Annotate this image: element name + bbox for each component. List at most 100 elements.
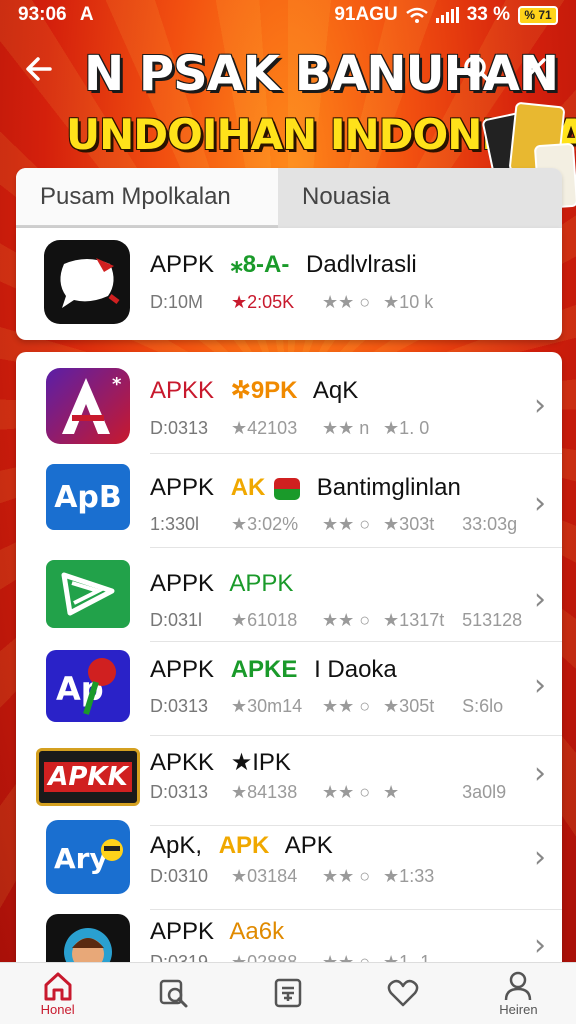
search-button[interactable] bbox=[462, 54, 494, 86]
close-button[interactable] bbox=[518, 52, 552, 86]
chevron-right-icon: › bbox=[534, 582, 546, 617]
divider bbox=[150, 641, 562, 642]
app-title-line: APPK APPK bbox=[150, 570, 303, 598]
nav-home[interactable]: Honel bbox=[0, 963, 115, 1024]
featured-meta-line: D:10M ★2:05K ★★ ○ ★10 k bbox=[150, 292, 433, 313]
status-time: 93:06 bbox=[18, 4, 67, 25]
bottom-nav: Honel Heiren bbox=[0, 962, 576, 1024]
app-title-line: ApK, APK APK bbox=[150, 832, 343, 860]
app-meta-line: 1:330l ★3:02% ★★ ○ ★303t 33:03g bbox=[150, 514, 517, 535]
nav-profile[interactable]: Heiren bbox=[461, 963, 576, 1024]
chevron-right-icon: › bbox=[534, 486, 546, 521]
meta-downloads: 1:330l bbox=[150, 514, 200, 534]
featured-app-card[interactable]: APPK ⁎8-A- Dadlvlrasli D:10M ★2:05K ★★ ○… bbox=[16, 228, 562, 340]
nav-home-label: Honel bbox=[40, 1001, 75, 1017]
meta-size: S:6lo bbox=[462, 696, 504, 716]
app-tag: APKE bbox=[230, 656, 298, 683]
meta-size: 513128 bbox=[462, 610, 523, 630]
app-tag: APPK bbox=[229, 570, 294, 597]
nav-list[interactable] bbox=[230, 963, 345, 1024]
meta-reviews: ★ bbox=[383, 782, 400, 802]
list-item[interactable]: APKK APKK ★IPK D:0313 ★84138 ★★ ○ ★ 3a0l… bbox=[16, 734, 562, 826]
featured-meta-downloads: D:10M bbox=[150, 292, 204, 312]
list-item[interactable]: Ap APPK APKE I Daoka D:0313 ★30m14 ★★ ○ … bbox=[16, 644, 562, 736]
nav-search-book[interactable] bbox=[115, 963, 230, 1024]
meta-rating: ★61018 bbox=[231, 610, 298, 630]
app-title-line: APPK APKE I Daoka bbox=[150, 656, 407, 684]
app-meta-line: D:0313 ★84138 ★★ ○ ★ 3a0l9 bbox=[150, 782, 506, 803]
app-extra: AqK bbox=[312, 377, 359, 404]
chevron-right-icon: › bbox=[534, 928, 546, 963]
svg-text:*: * bbox=[112, 374, 122, 395]
app-meta-line: D:0310 ★03184 ★★ ○ ★1:33 bbox=[150, 866, 434, 887]
close-icon bbox=[524, 58, 546, 80]
meta-stars: ★★ ○ bbox=[322, 514, 371, 534]
speech-bubble-icon bbox=[44, 240, 130, 324]
list-item[interactable]: * APKK ✲9PK AqK D:0313 ★42103 ★★ n ★1. 0… bbox=[16, 362, 562, 454]
apkk-logo-icon: APKK bbox=[36, 748, 140, 806]
meta-downloads: D:031l bbox=[150, 610, 203, 630]
meta-stars: ★★ ○ bbox=[322, 782, 371, 802]
featured-app-tag: ⁎8-A- bbox=[230, 251, 290, 278]
chevron-right-icon: › bbox=[534, 840, 546, 875]
featured-app-extra: Dadlvlrasli bbox=[306, 251, 417, 278]
apb-icon: ApB bbox=[46, 464, 130, 530]
featured-meta-reviews: ★10 k bbox=[383, 292, 434, 312]
tab-bar: Pusam Mpolkalan Nouasia bbox=[16, 168, 562, 228]
list-item[interactable]: ApB APPK AK Bantimglinlan 1:330l ★3:02% … bbox=[16, 456, 562, 548]
back-button[interactable] bbox=[22, 52, 56, 86]
home-icon bbox=[44, 972, 72, 1000]
tab-nouasia[interactable]: Nouasia bbox=[278, 168, 562, 228]
nav-favorites[interactable] bbox=[346, 963, 461, 1024]
arrow-logo-icon bbox=[46, 560, 130, 628]
page-title: N PSAK BANUHAN bbox=[84, 46, 559, 102]
app-name: APPK bbox=[150, 918, 215, 945]
meta-downloads: D:0313 bbox=[150, 418, 209, 438]
list-item[interactable]: APPK APPK D:031l ★61018 ★★ ○ ★1317t 5131… bbox=[16, 550, 562, 642]
heart-icon bbox=[387, 979, 419, 1007]
divider bbox=[150, 547, 562, 548]
battery-text: 33 % bbox=[466, 4, 510, 25]
nav-profile-label: Heiren bbox=[499, 1001, 538, 1017]
app-tag: ★IPK bbox=[230, 749, 291, 776]
meta-rating: ★3:02% bbox=[231, 514, 299, 534]
status-left: 93:06 A bbox=[18, 4, 94, 26]
user-icon bbox=[505, 971, 532, 1000]
meta-downloads: D:0313 bbox=[150, 696, 209, 716]
list-doc-icon bbox=[274, 978, 302, 1008]
divider bbox=[150, 453, 562, 454]
app-extra: I Daoka bbox=[314, 656, 397, 683]
wifi-icon bbox=[405, 7, 428, 23]
meta-rating: ★30m14 bbox=[231, 696, 303, 716]
featured-meta-stars: ★★ ○ bbox=[322, 292, 371, 312]
list-item[interactable]: Ary ApK, APK APK D:0310 ★03184 ★★ ○ ★1:3… bbox=[16, 818, 562, 910]
meta-reviews: ★1. 0 bbox=[383, 418, 430, 438]
app-title-line: APKK ★IPK bbox=[150, 748, 301, 777]
tab-pusam-mpolkalan[interactable]: Pusam Mpolkalan bbox=[16, 168, 278, 228]
app-name: ApK, bbox=[150, 832, 203, 859]
ary-emoji-icon: Ary bbox=[46, 820, 130, 894]
app-title-line: APPK AK Bantimglinlan bbox=[150, 474, 471, 502]
app-tag: ✲9PK bbox=[230, 377, 298, 404]
app-tag: APK bbox=[218, 832, 270, 859]
app-meta-line: D:031l ★61018 ★★ ○ ★1317t 513128 bbox=[150, 610, 522, 631]
chevron-right-icon: › bbox=[534, 388, 546, 423]
ap-pin-icon: Ap bbox=[46, 650, 130, 722]
app-extra: APK bbox=[284, 832, 333, 859]
chevron-right-icon: › bbox=[534, 668, 546, 703]
app-extra: Bantimglinlan bbox=[316, 474, 461, 501]
status-carrier-text: 91AGU bbox=[334, 4, 398, 25]
app-header: N PSAK BANUHAN UNDOIHAN INDONEBIA bbox=[0, 40, 576, 210]
meta-rating: ★03184 bbox=[231, 866, 298, 886]
flag-badge-icon bbox=[274, 477, 301, 500]
meta-size: 3a0l9 bbox=[462, 782, 507, 802]
a-logo-icon: * bbox=[46, 368, 130, 444]
app-name: APPK bbox=[150, 474, 215, 501]
meta-stars: ★★ ○ bbox=[322, 866, 371, 886]
app-title-line: APKK ✲9PK AqK bbox=[150, 376, 368, 405]
search-book-icon bbox=[159, 979, 188, 1008]
app-name: APPK bbox=[150, 656, 215, 683]
meta-downloads: D:0310 bbox=[150, 866, 209, 886]
app-meta-line: D:0313 ★42103 ★★ n ★1. 0 bbox=[150, 418, 429, 439]
meta-reviews: ★1:33 bbox=[383, 866, 435, 886]
